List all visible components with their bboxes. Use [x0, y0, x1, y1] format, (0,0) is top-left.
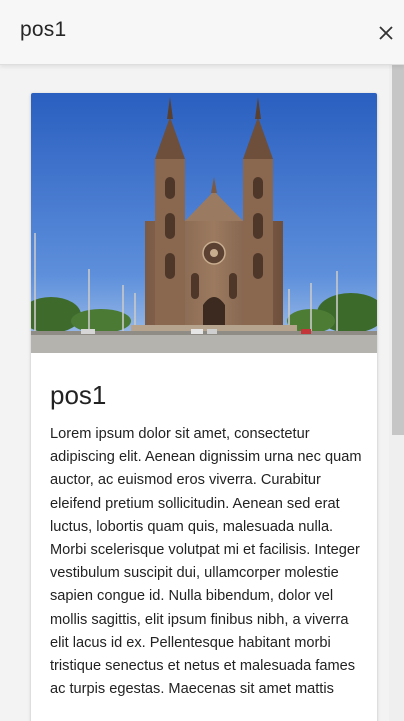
- dialog-header: pos1: [0, 0, 404, 65]
- card-title: pos1: [50, 380, 107, 410]
- scrollbar[interactable]: [389, 65, 404, 721]
- close-icon: [379, 26, 393, 40]
- dialog-title: pos1: [20, 18, 67, 41]
- card-body-text: Lorem ipsum dolor sit amet, consectetur …: [50, 426, 362, 698]
- close-button[interactable]: [372, 20, 400, 46]
- post-card: pos1 Lorem ipsum dolor sit amet, consect…: [31, 93, 377, 721]
- scrollbar-thumb[interactable]: [392, 65, 404, 435]
- dialog-content[interactable]: pos1 Lorem ipsum dolor sit amet, consect…: [0, 65, 404, 721]
- cathedral-photo: [31, 93, 377, 353]
